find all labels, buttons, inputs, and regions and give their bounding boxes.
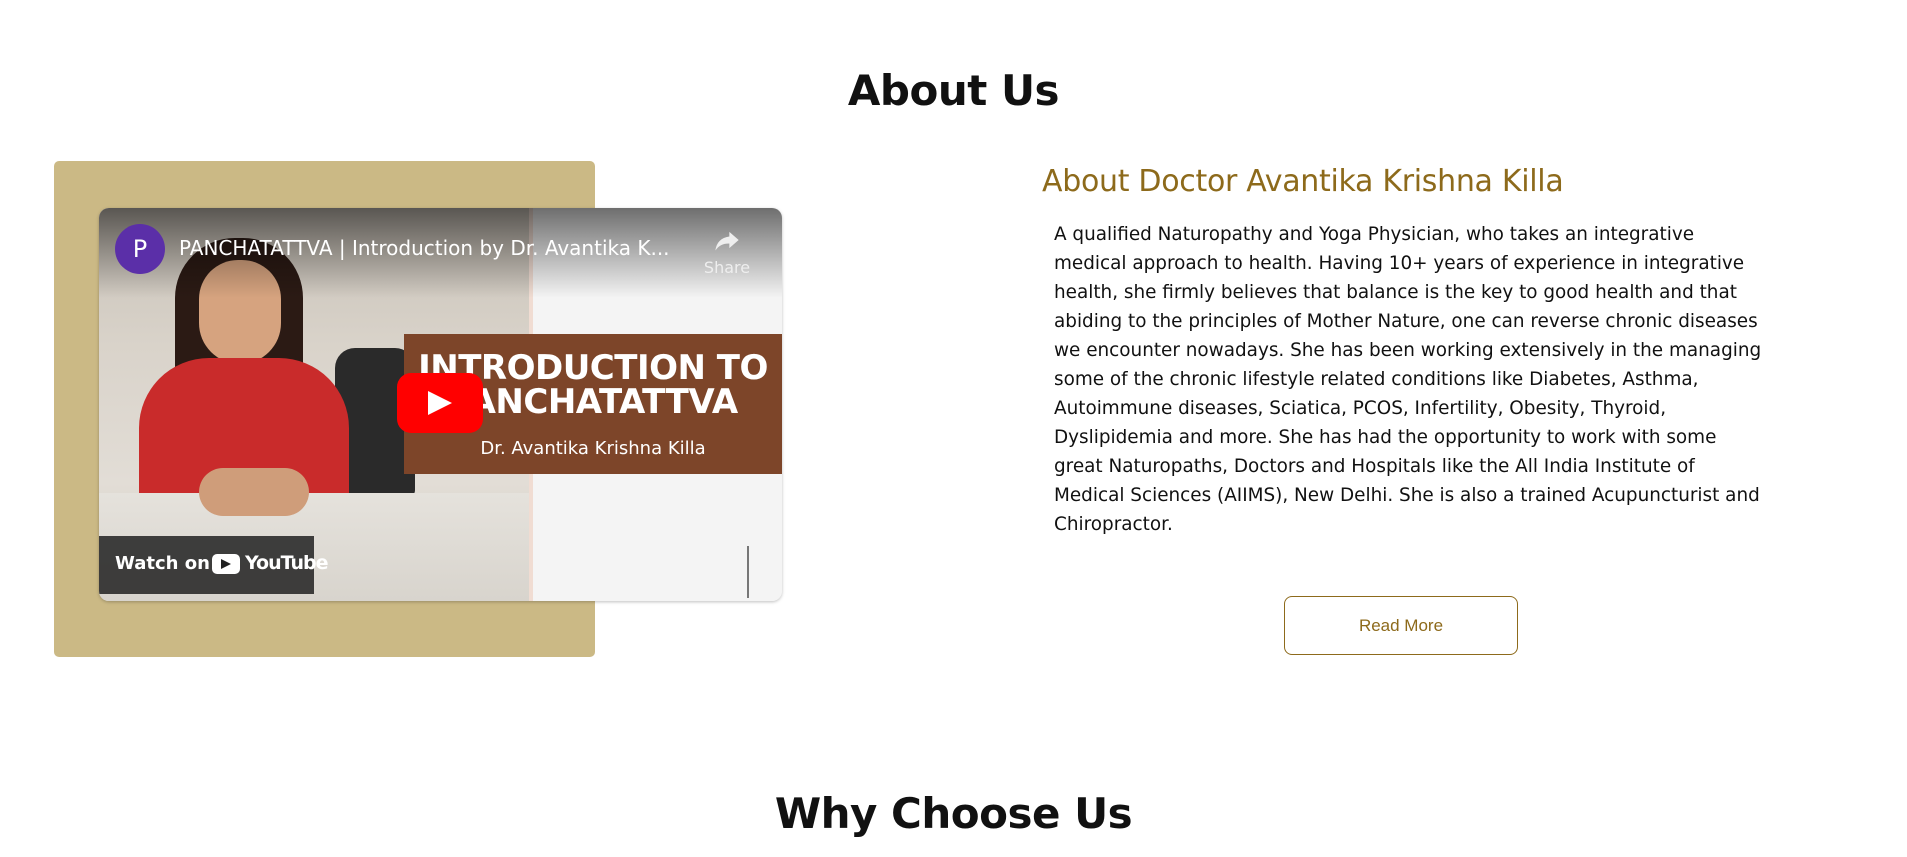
youtube-wordmark: YouTube xyxy=(245,552,328,574)
share-icon xyxy=(715,231,739,251)
share-button[interactable]: Share xyxy=(699,226,755,277)
video-divider-line xyxy=(747,546,749,598)
watch-on-label: Watch on xyxy=(115,553,210,574)
channel-avatar[interactable]: P xyxy=(115,224,165,274)
watch-on-youtube-button[interactable]: Watch on YouTube xyxy=(99,536,328,594)
youtube-video-embed[interactable]: INTRODUCTION TO PANCHATATTVA Dr. Avantik… xyxy=(99,208,782,601)
video-title-link[interactable]: PANCHATATTVA | Introduction by Dr. Avant… xyxy=(179,236,679,260)
doctor-heading: About Doctor Avantika Krishna Killa xyxy=(1042,164,1564,199)
title-card-line-3: Dr. Avantika Krishna Killa xyxy=(480,438,706,459)
play-icon xyxy=(428,391,452,415)
about-us-title: About Us xyxy=(847,66,1060,115)
doctor-bio: A qualified Naturopathy and Yoga Physici… xyxy=(1054,224,1762,535)
read-more-button[interactable]: Read More xyxy=(1284,596,1518,655)
play-button[interactable] xyxy=(397,373,483,433)
why-choose-us-title: Why Choose Us xyxy=(774,789,1133,838)
share-label: Share xyxy=(703,258,751,277)
youtube-logo-icon xyxy=(212,554,240,574)
thumbnail-hands xyxy=(199,468,309,516)
